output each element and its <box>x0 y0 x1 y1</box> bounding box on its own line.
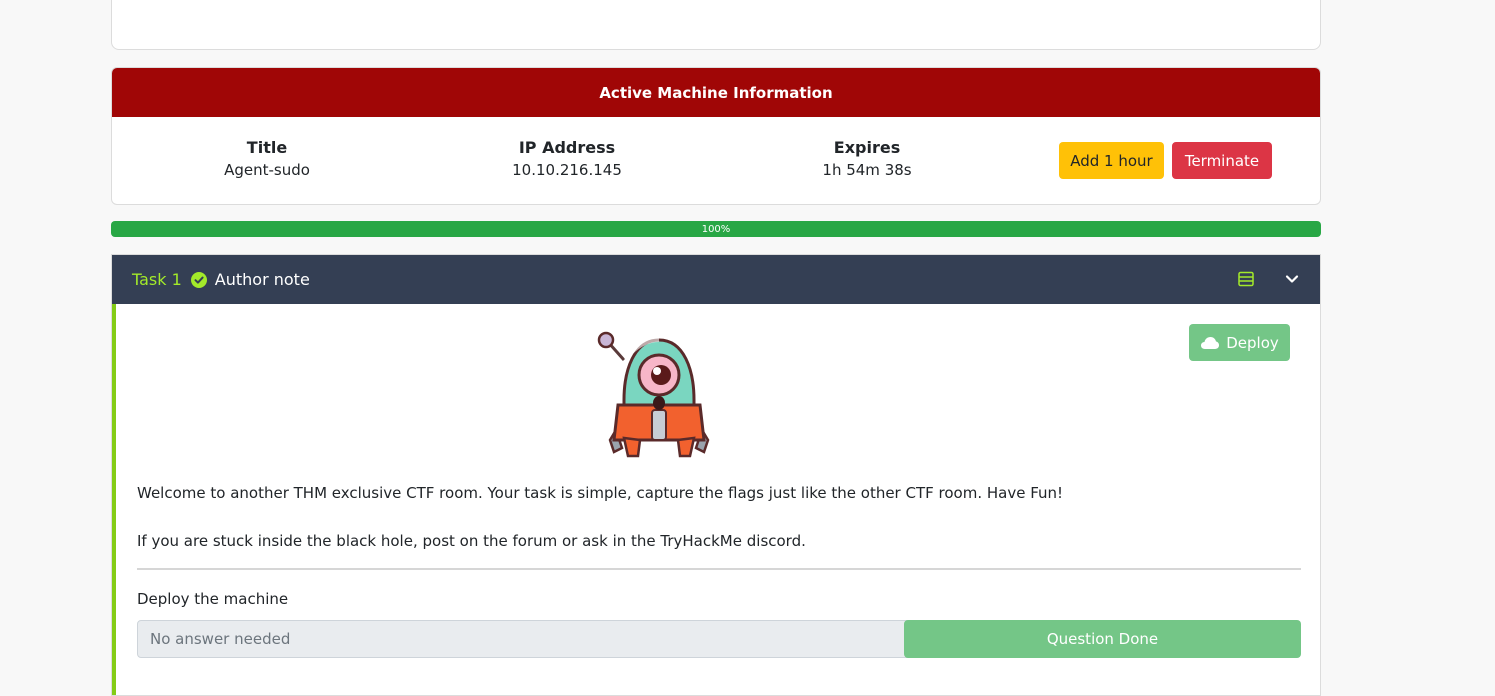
active-machine-card: Active Machine Information Title Agent-s… <box>111 67 1321 205</box>
chevron-down-icon[interactable] <box>1285 272 1299 286</box>
machine-expires-col: Expires 1h 54m 38s <box>767 138 967 179</box>
deploy-label: Deploy <box>1226 333 1279 352</box>
question-text: Deploy the machine <box>137 590 289 608</box>
machine-expires-value: 1h 54m 38s <box>822 161 912 179</box>
machine-title-col: Title Agent-sudo <box>167 138 367 179</box>
deploy-button[interactable]: Deploy <box>1189 324 1290 361</box>
previous-card <box>111 0 1321 50</box>
question-done-button[interactable]: Question Done <box>904 620 1301 658</box>
active-machine-header: Active Machine Information <box>112 68 1320 117</box>
machine-title-value: Agent-sudo <box>224 161 310 179</box>
list-icon[interactable] <box>1238 271 1254 287</box>
machine-ip-value: 10.10.216.145 <box>512 161 622 179</box>
task-header[interactable]: Task 1 Author note <box>112 255 1320 304</box>
progress-bar: 100% <box>111 221 1321 237</box>
divider <box>137 568 1301 570</box>
cloud-icon <box>1201 336 1220 349</box>
terminate-button[interactable]: Terminate <box>1172 142 1272 179</box>
task-paragraph-1: Welcome to another THM exclusive CTF roo… <box>137 484 1064 502</box>
answer-input[interactable] <box>137 620 918 658</box>
machine-ip-label: IP Address <box>518 138 616 157</box>
alien-mascot-image <box>597 331 710 458</box>
task-body: Deploy Welcome to another THM exclusive … <box>112 304 1324 695</box>
check-circle-icon <box>190 271 207 288</box>
add-hour-button[interactable]: Add 1 hour <box>1059 142 1164 179</box>
task-title: Author note <box>214 270 310 289</box>
machine-expires-label: Expires <box>833 138 901 157</box>
machine-title-label: Title <box>246 138 288 157</box>
task-card: Task 1 Author note Deploy Welcome to ano… <box>111 254 1321 696</box>
task-number: Task 1 <box>132 270 182 289</box>
progress-label: 100% <box>701 223 731 235</box>
task-paragraph-2: If you are stuck inside the black hole, … <box>137 532 806 550</box>
machine-ip-col: IP Address 10.10.216.145 <box>467 138 667 179</box>
